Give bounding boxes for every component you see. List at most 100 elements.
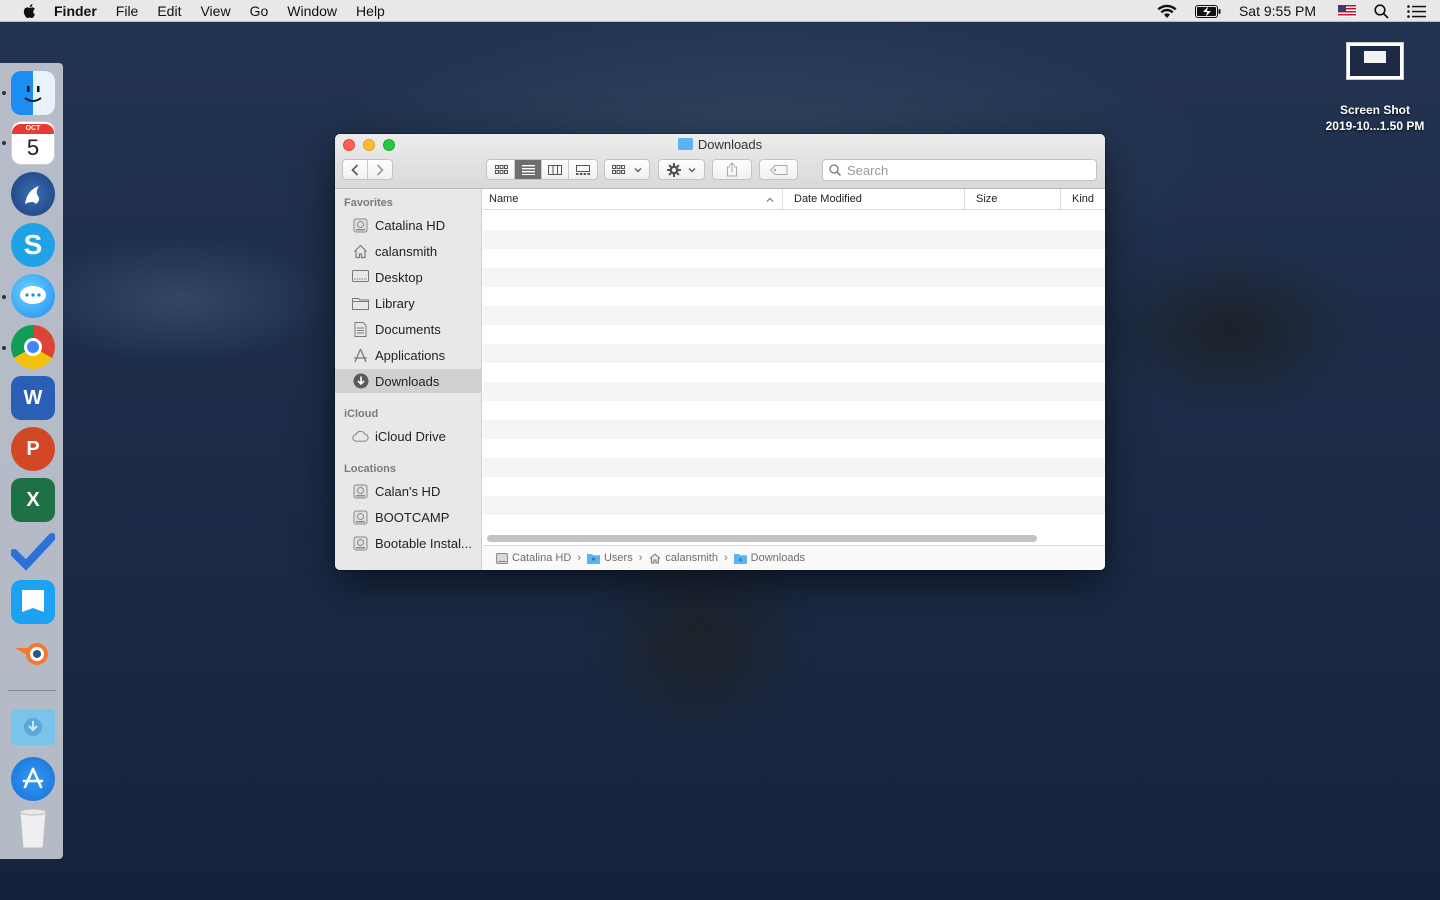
- powerpoint-icon: P: [26, 437, 40, 460]
- calendar-month: OCT: [12, 124, 54, 134]
- path-item-label: Catalina HD: [512, 552, 572, 564]
- dock-powerpoint[interactable]: P: [11, 427, 55, 471]
- sidebar-item-calansmith[interactable]: calansmith: [335, 239, 481, 263]
- sidebar-item-library[interactable]: Library: [335, 291, 481, 315]
- path-item-users[interactable]: Users ›: [586, 552, 648, 564]
- sidebar-item-calans-hd[interactable]: Calan's HD: [335, 479, 481, 503]
- menu-go[interactable]: Go: [250, 3, 269, 19]
- finder-face-icon: [24, 86, 42, 102]
- menu-view[interactable]: View: [200, 3, 230, 19]
- spotlight-search-icon[interactable]: [1374, 3, 1389, 19]
- sidebar-item-label: Calan's HD: [375, 483, 441, 499]
- back-button[interactable]: [343, 160, 368, 179]
- group-by-button[interactable]: [604, 159, 650, 180]
- dock-kindle[interactable]: [11, 580, 55, 624]
- app-store-icon: [22, 767, 44, 789]
- speech-bubble-icon: [20, 286, 46, 304]
- sidebar-item-documents[interactable]: Documents: [335, 317, 481, 341]
- dock-app-store[interactable]: [11, 757, 55, 801]
- sidebar-item-downloads[interactable]: Downloads: [335, 369, 481, 393]
- path-item-calansmith[interactable]: calansmith ›: [648, 552, 733, 564]
- path-item-label: calansmith: [665, 552, 718, 564]
- sidebar-item-label: calansmith: [375, 243, 438, 259]
- wifi-icon[interactable]: [1157, 4, 1177, 19]
- menu-file[interactable]: File: [116, 3, 139, 19]
- menu-help[interactable]: Help: [356, 3, 385, 19]
- dock-running-indicator: [2, 346, 6, 350]
- sidebar-section-locations: Locations: [344, 463, 396, 475]
- sidebar-item-desktop[interactable]: Desktop: [335, 265, 481, 289]
- us-flag-input-icon[interactable]: [1338, 5, 1356, 17]
- file-rows-empty: [483, 211, 1105, 523]
- downloads-folder-icon: [677, 138, 693, 150]
- dock-finder[interactable]: [11, 71, 55, 115]
- dock: OCT 5 S W P X: [0, 63, 63, 859]
- desktop-file-label-line2: 2019-10...1.50 PM: [1325, 119, 1425, 133]
- desktop-file-label-line1: Screen Shot: [1339, 103, 1411, 117]
- icon-view-button[interactable]: [488, 160, 515, 179]
- trash-icon: [19, 808, 47, 849]
- menu-window[interactable]: Window: [287, 3, 337, 19]
- column-header-name[interactable]: Name: [483, 189, 783, 210]
- desktop-screenshot-file[interactable]: Screen Shot 2019-10...1.50 PM: [1312, 42, 1438, 134]
- menu-edit[interactable]: Edit: [157, 3, 181, 19]
- finder-window: Downloads Search Favorites Catalina HD c…: [335, 134, 1105, 570]
- document-icon: [352, 321, 369, 337]
- column-header-date-modified[interactable]: Date Modified: [783, 189, 965, 210]
- dock-todo[interactable]: [11, 529, 55, 573]
- sidebar-item-icloud-drive[interactable]: iCloud Drive: [335, 424, 481, 448]
- gallery-view-button[interactable]: [569, 160, 596, 179]
- action-menu-button[interactable]: [658, 159, 705, 180]
- path-item-downloads[interactable]: Downloads: [733, 552, 805, 564]
- desktop-icon: [352, 270, 369, 285]
- dock-word[interactable]: W: [11, 376, 55, 420]
- notification-center-icon[interactable]: [1407, 4, 1426, 18]
- path-item-label: Users: [603, 552, 633, 564]
- sidebar-item-applications[interactable]: Applications: [335, 343, 481, 367]
- path-separator: ›: [723, 552, 728, 564]
- menu-app-finder[interactable]: Finder: [54, 3, 97, 19]
- dock-trash[interactable]: [11, 807, 55, 851]
- sidebar-item-catalina-hd[interactable]: Catalina HD: [335, 213, 481, 237]
- dock-downloads-stack[interactable]: [11, 709, 55, 745]
- apple-logo-icon[interactable]: [20, 3, 38, 19]
- dock-blender[interactable]: [11, 631, 55, 675]
- window-title: Downloads: [335, 137, 1105, 152]
- dock-running-indicator: [2, 91, 6, 95]
- horizontal-scrollbar[interactable]: [487, 535, 1037, 542]
- tags-button[interactable]: [759, 159, 798, 180]
- path-item-catalina-hd[interactable]: Catalina HD ›: [495, 552, 587, 564]
- sidebar-item-label: Downloads: [375, 373, 440, 389]
- dock-chrome[interactable]: [11, 325, 55, 369]
- tag-icon: [769, 164, 787, 175]
- dock-skype[interactable]: S: [11, 223, 55, 267]
- dock-calendar[interactable]: OCT 5: [11, 121, 55, 165]
- column-view-button[interactable]: [542, 160, 569, 179]
- list-view-button[interactable]: [515, 160, 542, 179]
- grid-icon: [494, 165, 508, 174]
- view-mode-control: [486, 159, 598, 180]
- path-bar: Catalina HD › Users › calansmith › Downl…: [483, 545, 1105, 570]
- search-input[interactable]: [847, 162, 1087, 178]
- sidebar-item-bootcamp[interactable]: BOOTCAMP: [335, 505, 481, 529]
- chevron-down-icon: [688, 167, 696, 172]
- menubar-clock[interactable]: Sat 9:55 PM: [1239, 3, 1316, 19]
- dock-excel[interactable]: X: [11, 478, 55, 522]
- gear-icon: [667, 162, 681, 177]
- chevron-left-icon: [351, 163, 359, 176]
- sidebar-item-label: iCloud Drive: [375, 428, 446, 444]
- applications-icon: [352, 348, 369, 363]
- list-icon: [521, 164, 535, 175]
- sidebar-item-label: BOOTCAMP: [375, 509, 450, 525]
- skype-icon: S: [23, 229, 43, 260]
- dock-messages[interactable]: [11, 274, 55, 318]
- battery-charging-icon[interactable]: [1194, 4, 1221, 18]
- forward-button[interactable]: [368, 160, 392, 179]
- search-field[interactable]: [822, 159, 1097, 181]
- dock-mail[interactable]: [11, 172, 55, 216]
- share-button[interactable]: [712, 159, 752, 180]
- sidebar-item-bootable-installer[interactable]: Bootable Instal...: [335, 531, 481, 555]
- hard-drive-icon: [352, 484, 369, 499]
- column-header-size[interactable]: Size: [965, 189, 1061, 210]
- column-header-kind[interactable]: Kind: [1061, 189, 1105, 210]
